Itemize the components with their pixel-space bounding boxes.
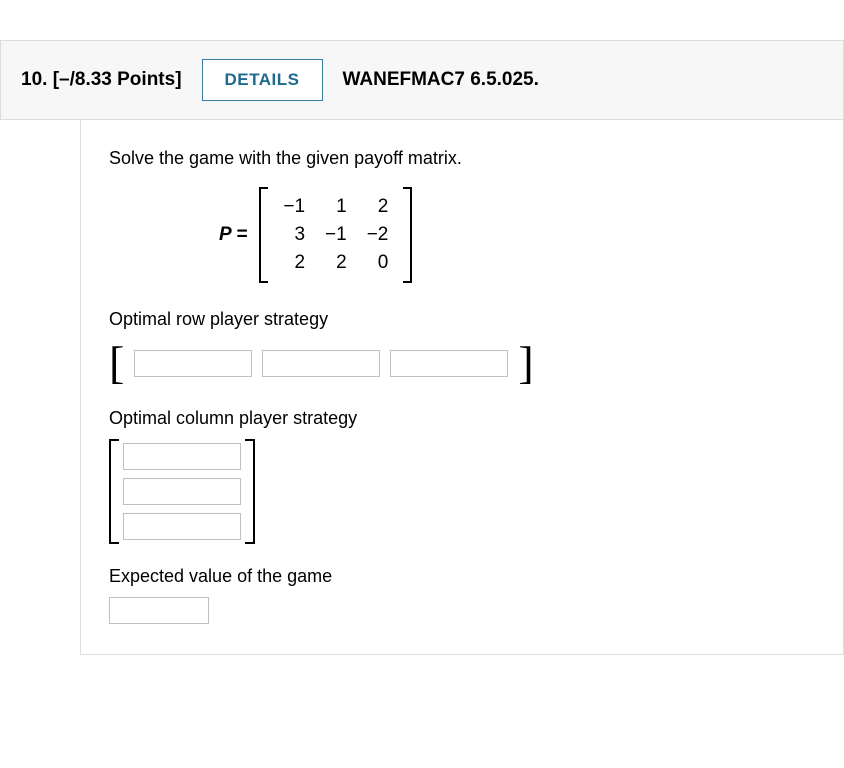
left-bracket-icon xyxy=(109,439,119,544)
row-strategy-input-2[interactable] xyxy=(262,350,380,377)
matrix-cell: −2 xyxy=(357,221,399,249)
col-strategy-input-1[interactable] xyxy=(123,443,241,470)
right-bracket-icon xyxy=(403,187,412,283)
question-number-points: 10. [–/8.33 Points] xyxy=(21,69,182,91)
matrix-cell: −1 xyxy=(315,221,357,249)
question-header: 10. [–/8.33 Points] DETAILS WANEFMAC7 6.… xyxy=(0,40,844,120)
row-strategy-input-3[interactable] xyxy=(390,350,508,377)
question-reference: WANEFMAC7 6.5.025. xyxy=(343,69,539,91)
right-bracket-icon xyxy=(245,439,255,544)
instruction-text: Solve the game with the given payoff mat… xyxy=(109,148,813,169)
row-strategy-label: Optimal row player strategy xyxy=(109,309,813,330)
payoff-matrix-block: P = −1 1 2 3 −1 −2 2 2 0 xyxy=(219,187,813,283)
right-bracket-icon: ] xyxy=(518,340,533,386)
matrix-label: P = xyxy=(219,224,247,246)
question-points: [–/8.33 Points] xyxy=(53,69,182,90)
question-number: 10. xyxy=(21,69,47,90)
question-content: Solve the game with the given payoff mat… xyxy=(80,120,844,655)
left-bracket-icon xyxy=(259,187,268,283)
matrix-cell: 1 xyxy=(315,193,357,221)
details-button[interactable]: DETAILS xyxy=(202,59,323,101)
matrix-cell: 2 xyxy=(357,193,399,221)
col-strategy-label: Optimal column player strategy xyxy=(109,408,813,429)
col-strategy-input-3[interactable] xyxy=(123,513,241,540)
row-strategy-inputs: [ ] xyxy=(109,340,813,386)
matrix-cell: 2 xyxy=(273,249,315,277)
col-strategy-input-2[interactable] xyxy=(123,478,241,505)
expected-value-label: Expected value of the game xyxy=(109,566,813,587)
expected-value-input[interactable] xyxy=(109,597,209,624)
row-strategy-input-1[interactable] xyxy=(134,350,252,377)
col-strategy-inputs xyxy=(109,439,813,544)
matrix-cell: −1 xyxy=(273,193,315,221)
payoff-matrix: −1 1 2 3 −1 −2 2 2 0 xyxy=(259,187,412,283)
matrix-cell: 2 xyxy=(315,249,357,277)
matrix-cell: 3 xyxy=(273,221,315,249)
left-bracket-icon: [ xyxy=(109,340,124,386)
matrix-cell: 0 xyxy=(357,249,399,277)
